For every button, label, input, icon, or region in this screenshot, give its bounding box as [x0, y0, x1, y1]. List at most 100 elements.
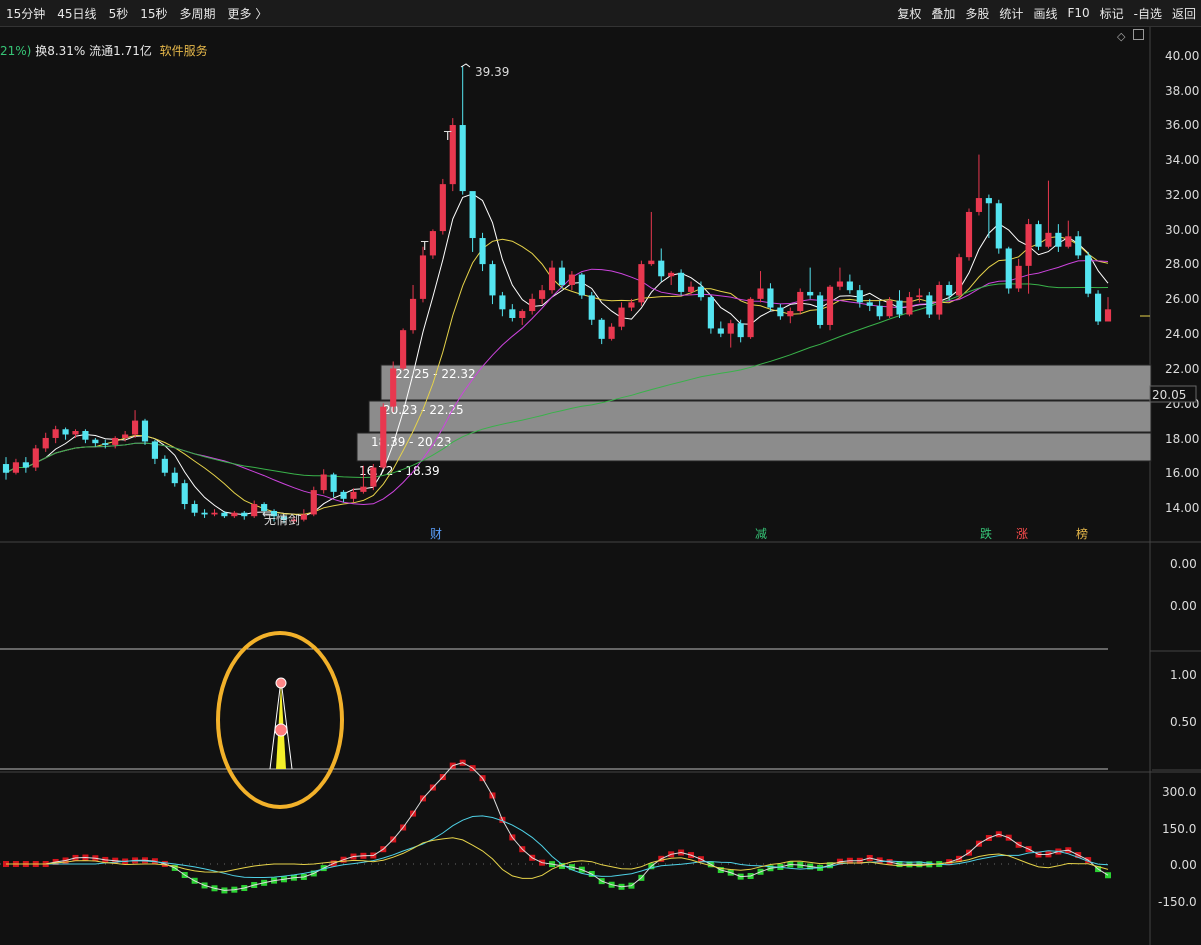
candle-body[interactable] — [251, 504, 258, 517]
event-mark[interactable]: 跌 — [980, 526, 992, 541]
candle-body[interactable] — [231, 512, 238, 517]
candle-body[interactable] — [122, 434, 129, 438]
candle-body[interactable] — [906, 297, 913, 315]
candle-body[interactable] — [181, 483, 188, 505]
candle-body[interactable] — [1104, 309, 1112, 322]
candle-body[interactable] — [300, 514, 307, 520]
candle-body[interactable] — [479, 238, 486, 265]
candle-body[interactable] — [618, 307, 625, 327]
candle-body[interactable] — [668, 272, 675, 277]
candle-body[interactable] — [469, 191, 476, 239]
candle-body[interactable] — [62, 429, 69, 435]
candle-body[interactable] — [956, 257, 963, 296]
candle-body[interactable] — [171, 472, 178, 484]
candle-body[interactable] — [350, 491, 357, 499]
candle-body[interactable] — [429, 231, 436, 256]
candle-body[interactable] — [648, 260, 655, 265]
event-mark[interactable]: 榜 — [1076, 526, 1088, 541]
candle-body[interactable] — [678, 272, 685, 292]
candle-body[interactable] — [141, 420, 149, 442]
candle-body[interactable] — [1094, 293, 1102, 322]
candle-body[interactable] — [836, 281, 844, 287]
candle-body[interactable] — [1005, 248, 1012, 289]
candle-body[interactable] — [985, 198, 992, 204]
candle-body[interactable] — [598, 319, 605, 339]
candle-body[interactable] — [717, 328, 724, 334]
event-mark[interactable]: 涨 — [1016, 526, 1028, 541]
candle-body[interactable] — [419, 255, 427, 299]
candle-body[interactable] — [330, 474, 337, 492]
candle-body[interactable] — [658, 260, 665, 277]
candle-body[interactable] — [380, 406, 387, 468]
event-mark[interactable]: 财 — [430, 527, 442, 541]
candle-body[interactable] — [588, 295, 595, 320]
candle-body[interactable] — [1075, 236, 1082, 256]
candle-body[interactable] — [995, 203, 1002, 249]
candle-body[interactable] — [926, 295, 933, 315]
candle-body[interactable] — [826, 286, 834, 325]
candle-body[interactable] — [92, 439, 99, 444]
candle-body[interactable] — [310, 490, 317, 515]
candle-body[interactable] — [767, 288, 774, 308]
candle-body[interactable] — [42, 437, 49, 449]
candle-body[interactable] — [241, 512, 248, 517]
candle-body[interactable] — [1045, 232, 1052, 247]
candle-body[interactable] — [965, 211, 973, 258]
candle-body[interactable] — [151, 441, 158, 459]
candle-body[interactable] — [459, 125, 466, 192]
candle-body[interactable] — [1085, 255, 1092, 294]
candle-body[interactable] — [519, 311, 526, 319]
candle-body[interactable] — [1025, 224, 1032, 266]
candle-body[interactable] — [757, 288, 764, 299]
candle-body[interactable] — [221, 512, 228, 517]
candle-body[interactable] — [161, 458, 168, 473]
candle-body[interactable] — [1055, 232, 1062, 247]
candle-body[interactable] — [2, 464, 10, 473]
candle-body[interactable] — [439, 184, 446, 232]
candle-body[interactable] — [797, 291, 804, 312]
candle-body[interactable] — [201, 512, 208, 515]
candle-body[interactable] — [539, 290, 546, 299]
candle-body[interactable] — [12, 462, 20, 473]
candle-body[interactable] — [340, 491, 347, 499]
candle-body[interactable] — [975, 198, 983, 212]
candle-body[interactable] — [52, 429, 59, 438]
candle-body[interactable] — [370, 467, 377, 487]
candle-body[interactable] — [548, 267, 556, 291]
candle-body[interactable] — [578, 274, 585, 296]
candle-body[interactable] — [390, 368, 397, 407]
candle-body[interactable] — [191, 504, 198, 513]
candle-body[interactable] — [112, 437, 119, 445]
candle-body[interactable] — [489, 264, 496, 296]
candle-body[interactable] — [687, 286, 695, 292]
candle-body[interactable] — [499, 295, 506, 310]
candle-body[interactable] — [1015, 265, 1022, 289]
candle-body[interactable] — [846, 281, 853, 291]
candle-body[interactable] — [628, 302, 635, 308]
candle-body[interactable] — [787, 311, 794, 317]
candle-body[interactable] — [1065, 236, 1072, 247]
stock-chart[interactable]: 22.25 - 22.32 20.23 - 22.25 18.39 - 20.2… — [0, 0, 1201, 945]
candle-body[interactable] — [936, 284, 943, 315]
candle-body[interactable] — [131, 420, 139, 435]
candle-body[interactable] — [72, 431, 79, 435]
event-mark[interactable]: 减 — [755, 527, 767, 541]
candle-body[interactable] — [707, 297, 714, 329]
candle-body[interactable] — [102, 443, 109, 445]
candle-body[interactable] — [727, 323, 734, 334]
candle-body[interactable] — [807, 291, 814, 296]
candle-body[interactable] — [866, 302, 873, 306]
candle-body[interactable] — [817, 295, 824, 325]
candle-body[interactable] — [876, 305, 883, 317]
candle-body[interactable] — [886, 300, 893, 317]
candle-body[interactable] — [32, 448, 39, 468]
candle-body[interactable] — [509, 309, 516, 319]
candle-body[interactable] — [896, 300, 903, 315]
candle-body[interactable] — [320, 474, 327, 491]
candle-body[interactable] — [568, 274, 575, 285]
candle-body[interactable] — [697, 286, 705, 298]
candle-body[interactable] — [608, 326, 615, 339]
candle-body[interactable] — [211, 512, 218, 515]
candle-body[interactable] — [1035, 224, 1042, 247]
candle-body[interactable] — [747, 298, 754, 338]
